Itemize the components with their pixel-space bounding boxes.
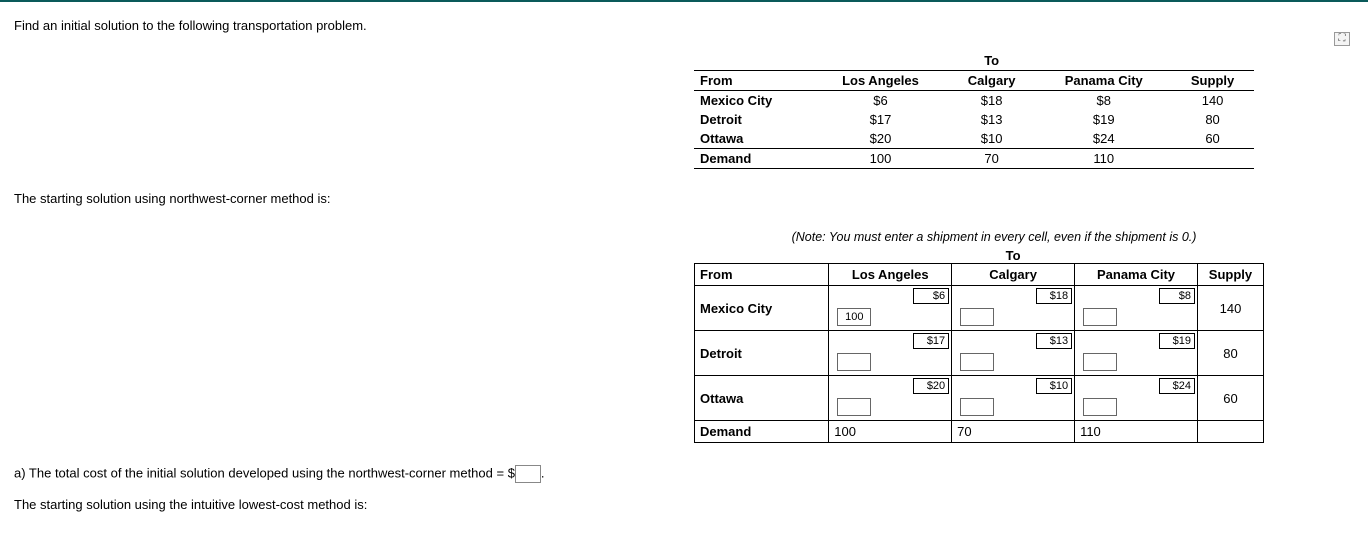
row-demand-2: Demand [695, 421, 829, 443]
demand-calgary: 70 [952, 421, 1075, 443]
supply-ottawa: 60 [1197, 376, 1263, 421]
col-calgary: Calgary [947, 71, 1036, 91]
ship-ottawa-panama[interactable] [1083, 398, 1117, 416]
row-mexico: Mexico City [694, 91, 814, 111]
answer-a-suffix: . [541, 465, 545, 480]
supply-detroit: 80 [1197, 331, 1263, 376]
cost-ottawa-calgary: $10 [1036, 378, 1072, 394]
row-ottawa: Ottawa [694, 129, 814, 149]
cost-table: To From Los Angeles Calgary Panama City … [694, 51, 1254, 169]
answer-a-line: a) The total cost of the initial solutio… [14, 465, 1354, 483]
cost-mexico-panama: $8 [1159, 288, 1195, 304]
row-detroit: Detroit [694, 110, 814, 129]
ship-mexico-la[interactable]: 100 [837, 308, 871, 326]
col-calgary-2: Calgary [952, 264, 1075, 286]
total-cost-input[interactable] [515, 465, 541, 483]
from-header-2: From [695, 264, 829, 286]
cost-mexico-calgary: $18 [1036, 288, 1072, 304]
cost-ottawa-la: $20 [913, 378, 949, 394]
ship-mexico-calgary[interactable] [960, 308, 994, 326]
cost-ottawa-panama: $24 [1159, 378, 1195, 394]
col-supply: Supply [1171, 71, 1254, 91]
cost-mexico-la: $6 [913, 288, 949, 304]
answer-a-prefix: a) The total cost of the initial solutio… [14, 465, 515, 480]
problem-prompt: Find an initial solution to the followin… [14, 18, 1354, 33]
col-supply-2: Supply [1197, 264, 1263, 286]
to-header-2: To [952, 248, 1075, 264]
lowest-cost-prompt: The starting solution using the intuitiv… [14, 497, 1354, 512]
ship-mexico-panama[interactable] [1083, 308, 1117, 326]
ship-detroit-calgary[interactable] [960, 353, 994, 371]
input-note: (Note: You must enter a shipment in ever… [694, 230, 1294, 244]
cost-detroit-calgary: $13 [1036, 333, 1072, 349]
col-la: Los Angeles [814, 71, 947, 91]
row-detroit-2: Detroit [695, 331, 829, 376]
cost-detroit-panama: $19 [1159, 333, 1195, 349]
col-panama-2: Panama City [1075, 264, 1198, 286]
row-mexico-2: Mexico City [695, 286, 829, 331]
from-header: From [694, 71, 814, 91]
row-ottawa-2: Ottawa [695, 376, 829, 421]
ship-detroit-panama[interactable] [1083, 353, 1117, 371]
to-header: To [947, 51, 1036, 71]
col-panama: Panama City [1036, 71, 1171, 91]
ship-detroit-la[interactable] [837, 353, 871, 371]
demand-la: 100 [829, 421, 952, 443]
cost-detroit-la: $17 [913, 333, 949, 349]
supply-mexico: 140 [1197, 286, 1263, 331]
ship-ottawa-calgary[interactable] [960, 398, 994, 416]
expand-icon[interactable]: ⛶ [1334, 32, 1350, 46]
col-la-2: Los Angeles [829, 264, 952, 286]
demand-panama: 110 [1075, 421, 1198, 443]
nw-corner-prompt: The starting solution using northwest-co… [14, 191, 1354, 206]
row-demand: Demand [694, 149, 814, 169]
ship-ottawa-la[interactable] [837, 398, 871, 416]
shipment-table: To From Los Angeles Calgary Panama City … [694, 248, 1264, 443]
